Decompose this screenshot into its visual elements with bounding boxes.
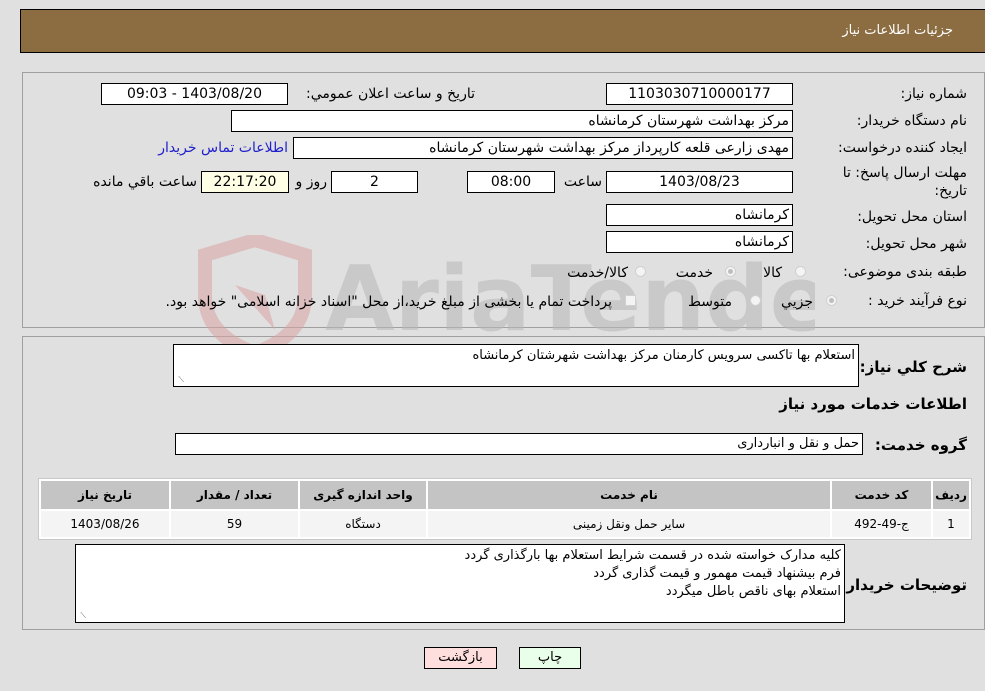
resize-grip-icon[interactable]: ⟋ — [176, 376, 184, 384]
col-quantity: تعداد / مقدار — [171, 481, 298, 509]
category-option-service: خدمت — [675, 265, 713, 281]
announce-datetime-label: تاریخ و ساعت اعلان عمومي: — [306, 86, 475, 102]
buyer-org-field: مرکز بهداشت شهرستان کرمانشاه — [231, 110, 793, 132]
cell-unit: دستگاه — [300, 511, 426, 537]
delivery-city-field: کرمانشاه — [606, 231, 793, 253]
deadline-time-label: ساعت — [563, 174, 602, 190]
col-need-date: تاریخ نیاز — [41, 481, 169, 509]
resize-grip-icon[interactable]: ⟋ — [78, 612, 86, 620]
service-group-label: گروه خدمت: — [874, 436, 967, 454]
deadline-date-field: 1403/08/23 — [606, 171, 793, 193]
print-button[interactable]: چاپ — [519, 647, 581, 669]
announce-datetime-field: 1403/08/20 - 09:03 — [101, 83, 288, 105]
table-row: 1 ج-49-492 سایر حمل ونقل زمینی دستگاه 59… — [41, 511, 969, 537]
category-radio-goods-service[interactable] — [635, 266, 646, 277]
back-button[interactable]: بازگشت — [424, 647, 497, 669]
days-remaining-field: 2 — [331, 171, 418, 193]
buyer-note-line: فرم بیشنهاد قیمت مهمور و قیمت گذاری گردد — [593, 566, 841, 581]
purchase-radio-medium[interactable] — [750, 295, 761, 306]
purchase-option-medium: متوسط — [688, 294, 732, 310]
buyer-notes-label: توضیحات خریدار: — [840, 576, 967, 594]
cell-need-date: 1403/08/26 — [41, 511, 169, 537]
col-unit: واحد اندازه گیری — [300, 481, 426, 509]
description-label: شرح کلي نیاز: — [859, 358, 967, 376]
table-header-row: ردیف کد خدمت نام خدمت واحد اندازه گیری ت… — [41, 481, 969, 509]
page-title: جزئیات اطلاعات نیاز — [842, 23, 953, 38]
days-label: روز و — [295, 174, 328, 190]
time-remaining-label: ساعت باقي مانده — [93, 174, 197, 190]
services-table: ردیف کد خدمت نام خدمت واحد اندازه گیری ت… — [38, 478, 972, 540]
need-number-field: 1103030710000177 — [606, 83, 793, 105]
treasury-note: پرداخت تمام یا بخشی از مبلغ خرید،از محل … — [165, 294, 612, 310]
category-radio-service[interactable] — [725, 266, 736, 277]
cell-quantity: 59 — [171, 511, 298, 537]
buyer-note-line: کلیه مدارک خواسته شده در قسمت شرایط استع… — [464, 548, 841, 563]
services-heading: اطلاعات خدمات مورد نیاز — [779, 395, 967, 413]
col-row-number: ردیف — [933, 481, 969, 509]
col-service-name: نام خدمت — [428, 481, 830, 509]
cell-service-name: سایر حمل ونقل زمینی — [428, 511, 830, 537]
cell-service-code: ج-49-492 — [832, 511, 931, 537]
purchase-radio-minor[interactable] — [826, 295, 837, 306]
deadline-label-line2: تاریخ: — [934, 183, 967, 199]
delivery-province-label: استان محل تحویل: — [857, 209, 967, 225]
requester-field: مهدی زارعی قلعه کارپرداز مرکز بهداشت شهر… — [293, 137, 793, 159]
treasury-checkbox[interactable] — [625, 295, 636, 306]
buyer-note-line: استعلام بهای ناقص باطل میگردد — [665, 584, 841, 599]
deadline-label-line1: مهلت ارسال پاسخ: تا — [842, 165, 967, 181]
category-label: طبقه بندی موضوعی: — [843, 264, 967, 280]
delivery-city-label: شهر محل تحویل: — [865, 236, 967, 252]
category-radio-goods[interactable] — [795, 266, 806, 277]
category-option-goods: کالا — [763, 265, 782, 281]
cell-row-number: 1 — [933, 511, 969, 537]
buyer-notes-textarea[interactable]: کلیه مدارک خواسته شده در قسمت شرایط استع… — [75, 544, 845, 623]
requester-label: ایجاد کننده درخواست: — [838, 140, 967, 156]
buyer-org-label: نام دستگاه خریدار: — [856, 113, 967, 129]
delivery-province-field: کرمانشاه — [606, 204, 793, 226]
col-service-code: کد خدمت — [832, 481, 931, 509]
description-text: استعلام بها تاکسی سرویس کارمنان مرکز بهد… — [472, 348, 855, 363]
buyer-contact-link[interactable]: اطلاعات تماس خریدار — [158, 140, 288, 156]
description-textarea[interactable]: استعلام بها تاکسی سرویس کارمنان مرکز بهد… — [173, 344, 859, 387]
need-number-label: شماره نیاز: — [900, 86, 968, 102]
page-header: جزئیات اطلاعات نیاز — [20, 9, 985, 53]
purchase-option-minor: جزيي — [781, 294, 813, 310]
deadline-time-field: 08:00 — [467, 171, 555, 193]
service-group-field: حمل و نقل و انبارداری — [175, 433, 863, 455]
category-option-goods-service: کالا/خدمت — [567, 265, 628, 281]
time-remaining-field: 22:17:20 — [201, 171, 289, 193]
purchase-type-label: نوع فرآیند خرید : — [868, 293, 967, 309]
